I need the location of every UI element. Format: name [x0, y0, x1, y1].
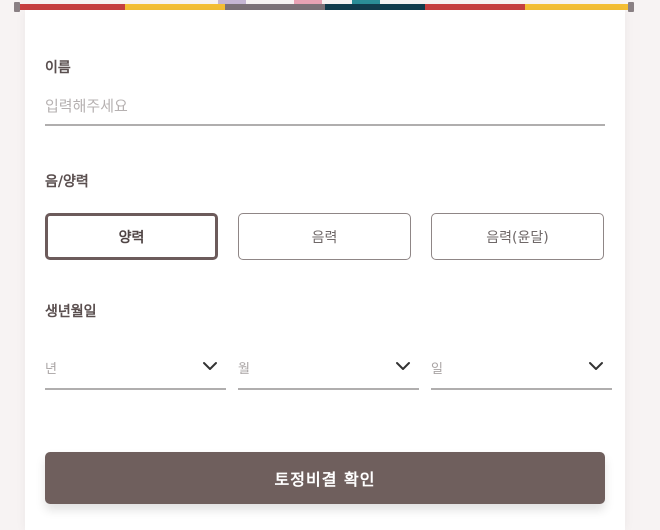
lunar-option-label: 음력	[311, 229, 338, 246]
name-input[interactable]	[45, 88, 605, 126]
solar-option-label: 양력	[118, 229, 145, 246]
chevron-down-icon	[589, 362, 603, 370]
month-select[interactable]: 월	[238, 350, 419, 390]
day-placeholder: 일	[431, 362, 443, 377]
lunar-leap-option-label: 음력(윤달)	[486, 229, 549, 246]
solar-option-button[interactable]: 양력	[45, 213, 218, 260]
calendar-type-label: 음/양력	[45, 174, 89, 190]
right-pin	[628, 2, 634, 12]
confirm-button-label: 토정비결 확인	[274, 470, 376, 489]
confirm-button[interactable]: 토정비결 확인	[45, 452, 605, 504]
chevron-down-icon	[203, 362, 217, 370]
lunar-option-button[interactable]: 음력	[238, 213, 411, 260]
form-card: 이름 음/양력 양력 음력 음력(윤달) 생년월일 년 월 일 토정비결 확인	[25, 10, 625, 530]
year-select[interactable]: 년	[45, 350, 226, 390]
year-placeholder: 년	[45, 362, 57, 377]
birthdate-label: 생년월일	[45, 304, 97, 320]
left-pin	[14, 2, 20, 12]
name-label: 이름	[45, 60, 71, 76]
lunar-leap-option-button[interactable]: 음력(윤달)	[431, 213, 604, 260]
month-placeholder: 월	[238, 362, 250, 377]
stripe-accent-3	[352, 0, 380, 4]
stripe-accent-2	[294, 0, 322, 4]
day-select[interactable]: 일	[431, 350, 612, 390]
chevron-down-icon	[396, 362, 410, 370]
stripe-accent	[218, 0, 246, 4]
